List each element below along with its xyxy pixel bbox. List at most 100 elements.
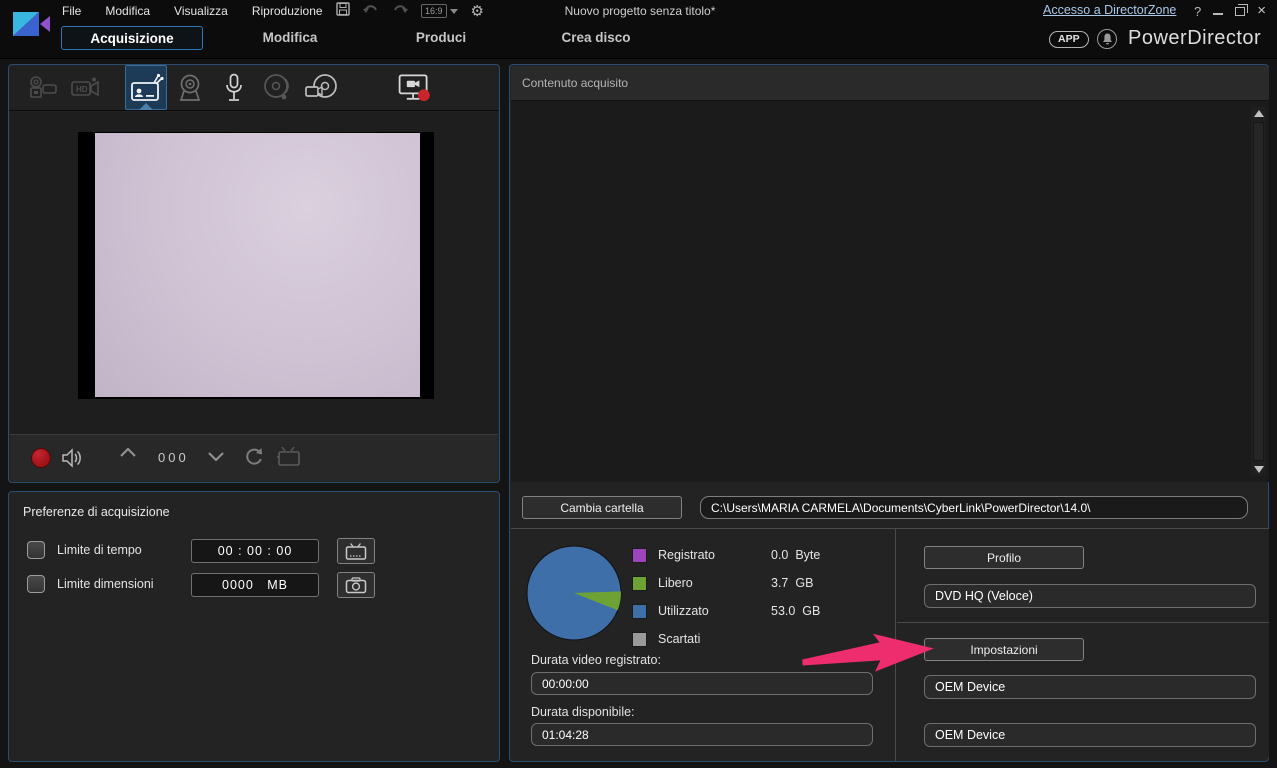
registrato-label: Registrato — [658, 548, 715, 562]
svg-text:HD: HD — [76, 85, 88, 94]
menu-bar: File Modifica Visualizza Riproduzione — [62, 0, 323, 22]
time-limit-input[interactable] — [191, 539, 319, 563]
speaker-icon[interactable] — [62, 448, 84, 468]
project-title: Nuovo progetto senza titolo* — [480, 4, 800, 18]
tv-format-button[interactable] — [337, 538, 375, 564]
capture-preferences-panel: Preferenze di acquisizione Limite di tem… — [8, 491, 500, 762]
captured-content-title: Contenuto acquisito — [522, 76, 628, 90]
audio-device-field[interactable]: OEM Device — [924, 723, 1256, 747]
legend-row-registrato: Registrato 0.0 Byte — [632, 547, 882, 563]
legend-row-scartati: Scartati — [632, 631, 882, 647]
undo-icon[interactable] — [363, 2, 379, 20]
menu-visualizza[interactable]: Visualizza — [174, 4, 228, 18]
utilizzato-value: 53.0 GB — [771, 604, 820, 618]
dvd-camcorder-icon[interactable] — [304, 71, 340, 105]
notifications-button[interactable] — [1097, 29, 1117, 49]
webcam-icon[interactable] — [172, 71, 208, 105]
selected-source-pointer — [139, 103, 153, 110]
scroll-up-arrow[interactable] — [1254, 110, 1264, 117]
change-folder-button[interactable]: Cambia cartella — [522, 496, 682, 519]
audio-cd-icon[interactable] — [259, 71, 295, 105]
aspect-ratio-value: 16:9 — [421, 4, 447, 18]
libero-value: 3.7 GB — [771, 576, 813, 590]
profile-area: Profilo DVD HQ (Veloce) Impostazioni OEM… — [897, 529, 1269, 761]
menu-file[interactable]: File — [62, 4, 81, 18]
registrato-value: 0.0 Byte — [771, 548, 820, 562]
title-bar: File Modifica Visualizza Riproduzione 16… — [0, 0, 1277, 22]
available-duration-value — [531, 723, 873, 746]
size-limit-checkbox[interactable] — [27, 575, 45, 593]
available-duration-label: Durata disponibile: — [531, 705, 635, 719]
redo-icon[interactable] — [392, 2, 408, 20]
tv-icon — [345, 543, 367, 560]
aspect-ratio-selector[interactable]: 16:9 — [421, 4, 458, 18]
dv-camcorder-icon[interactable] — [25, 71, 61, 105]
recorded-duration-value — [531, 672, 873, 695]
bell-icon — [1102, 33, 1113, 45]
profile-value-field[interactable]: DVD HQ (Veloce) — [924, 584, 1256, 608]
capture-panel: HD 000 — [8, 64, 500, 483]
chevron-down-icon — [450, 9, 458, 14]
tab-modifica[interactable]: Modifica — [230, 26, 350, 50]
legend-row-libero: Libero 3.7 GB — [632, 575, 882, 591]
video-device-field[interactable]: OEM Device — [924, 675, 1256, 699]
content-scrollbar[interactable] — [1251, 107, 1266, 476]
menu-modifica[interactable]: Modifica — [105, 4, 150, 18]
utilizzato-label: Utilizzato — [658, 604, 709, 618]
minimize-button[interactable] — [1213, 7, 1223, 15]
registrato-swatch — [632, 548, 647, 563]
video-preview-frame — [78, 132, 434, 399]
recorded-duration-label: Durata video registrato: — [531, 653, 661, 667]
settings-button[interactable]: Impostazioni — [924, 638, 1084, 661]
channel-down-button[interactable] — [208, 452, 224, 461]
libero-label: Libero — [658, 576, 693, 590]
record-button[interactable] — [31, 448, 51, 468]
close-button[interactable]: × — [1257, 4, 1266, 18]
utilizzato-swatch — [632, 604, 647, 619]
screen-record-icon[interactable] — [396, 71, 432, 105]
disk-space-area: Registrato 0.0 Byte Libero 3.7 GB Utiliz… — [511, 529, 896, 761]
scroll-down-arrow[interactable] — [1254, 466, 1264, 473]
capture-folder-path[interactable] — [700, 496, 1248, 519]
tab-crea-disco[interactable]: Crea disco — [536, 26, 656, 50]
channel-number: 000 — [158, 450, 189, 465]
profile-button[interactable]: Profilo — [924, 546, 1084, 569]
refresh-icon[interactable] — [243, 446, 265, 468]
menu-riproduzione[interactable]: Riproduzione — [252, 4, 323, 18]
size-limit-label: Limite dimensioni — [57, 577, 154, 591]
captured-content-list[interactable] — [511, 101, 1269, 482]
help-button[interactable]: ? — [1194, 4, 1201, 19]
camera-icon — [345, 577, 367, 594]
tv-snapshot-icon — [276, 446, 302, 468]
time-limit-checkbox[interactable] — [27, 541, 45, 559]
live-video-feed — [95, 133, 420, 397]
tab-produci[interactable]: Produci — [381, 26, 501, 50]
directorzone-link[interactable]: Accesso a DirectorZone — [1043, 3, 1176, 17]
captured-content-panel: Contenuto acquisito Cambia cartella Regi… — [509, 64, 1269, 762]
powerdirector-logo — [10, 8, 52, 45]
snapshot-button[interactable] — [337, 572, 375, 598]
video-preview-zone — [10, 112, 498, 436]
save-icon[interactable] — [336, 2, 350, 21]
tv-signal-icon[interactable] — [128, 71, 164, 105]
brand-name: PowerDirector — [1128, 27, 1261, 50]
capture-folder-row: Cambia cartella — [511, 482, 1269, 531]
scrollbar-track[interactable] — [1253, 122, 1264, 461]
time-limit-label: Limite di tempo — [57, 543, 142, 557]
disk-usage-pie-chart — [524, 543, 624, 643]
channel-up-button[interactable] — [120, 448, 136, 457]
capture-status-section: Registrato 0.0 Byte Libero 3.7 GB Utiliz… — [511, 528, 1269, 760]
preferences-title: Preferenze di acquisizione — [23, 505, 170, 519]
libero-swatch — [632, 576, 647, 591]
app-badge-button[interactable]: APP — [1049, 31, 1089, 48]
captured-content-header: Contenuto acquisito — [511, 66, 1269, 101]
scartati-label: Scartati — [658, 632, 700, 646]
legend-row-utilizzato: Utilizzato 53.0 GB — [632, 603, 882, 619]
hd-camcorder-icon[interactable]: HD — [69, 71, 105, 105]
microphone-icon[interactable] — [216, 71, 252, 105]
profile-divider — [897, 622, 1269, 623]
size-limit-input[interactable] — [191, 573, 319, 597]
restore-button[interactable] — [1235, 7, 1245, 16]
tab-acquisizione[interactable]: Acquisizione — [61, 26, 203, 50]
record-controls-bar: 000 — [10, 434, 498, 481]
